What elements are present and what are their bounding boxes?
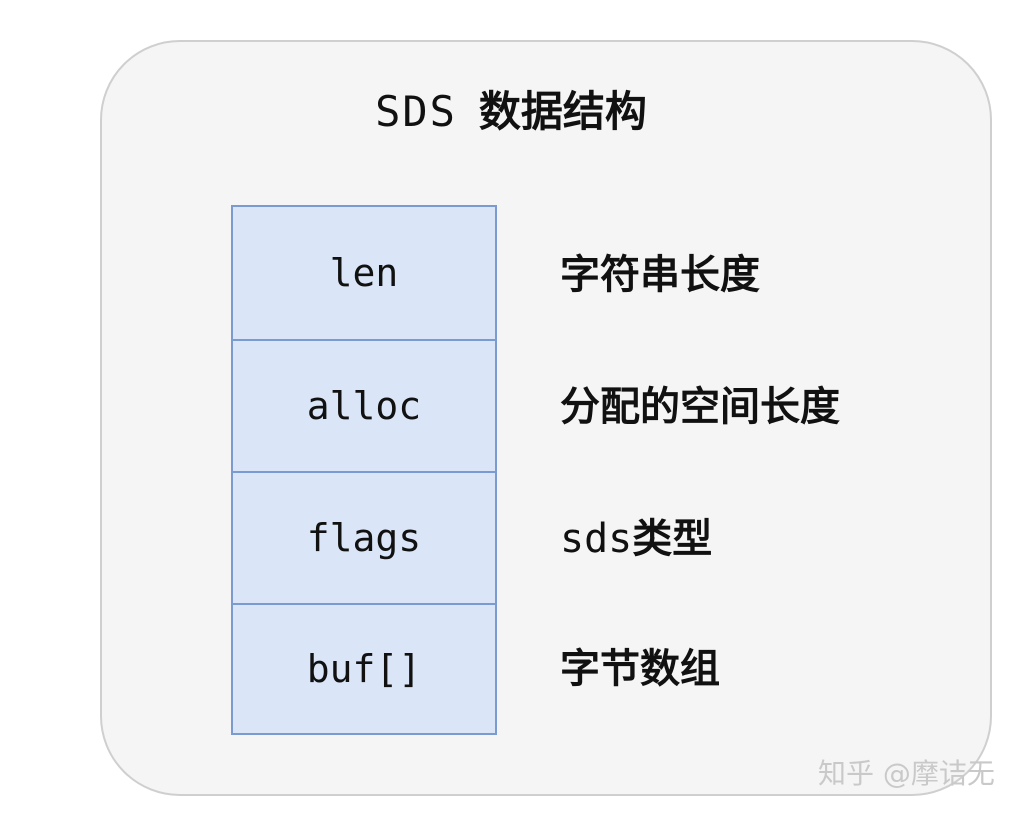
title-text: 数据结构 xyxy=(478,87,647,136)
desc-text: 分配的空间长度 xyxy=(560,384,840,430)
sds-struct-box: len alloc flags buf[] xyxy=(231,205,497,735)
desc-len: 字符串长度 xyxy=(560,242,760,300)
field-name: alloc xyxy=(306,384,422,428)
diagram-title: SDS 数据结构 xyxy=(0,78,1022,139)
desc-alloc: 分配的空间长度 xyxy=(560,374,840,432)
desc-text: 字节数组 xyxy=(560,646,720,692)
desc-buf: 字节数组 xyxy=(560,636,720,694)
desc-text: 类型 xyxy=(632,516,713,562)
field-name: flags xyxy=(306,516,422,560)
field-buf: buf[] xyxy=(233,603,495,733)
field-name: len xyxy=(329,251,399,295)
field-name: buf[] xyxy=(306,647,422,691)
field-flags: flags xyxy=(233,471,495,603)
field-len: len xyxy=(233,207,495,339)
field-alloc: alloc xyxy=(233,339,495,471)
watermark: 知乎 @摩诘无 xyxy=(818,757,995,790)
desc-text: 字符串长度 xyxy=(560,252,760,298)
desc-flags: sds类型 xyxy=(560,506,712,564)
title-code: SDS xyxy=(375,87,457,136)
desc-prefix: sds xyxy=(560,516,633,562)
